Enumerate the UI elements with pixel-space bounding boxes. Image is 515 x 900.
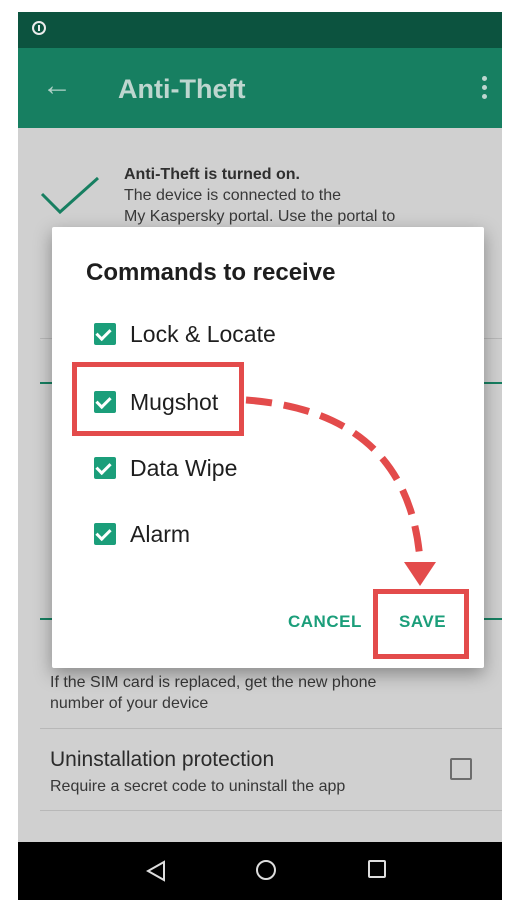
nav-recents-icon[interactable]	[368, 860, 386, 878]
nav-home-icon[interactable]	[256, 860, 276, 880]
nav-back-icon[interactable]	[146, 860, 166, 882]
system-nav-bar	[18, 842, 502, 900]
annotation-arrow	[245, 396, 436, 586]
phone-screen: ← Anti-Theft Anti-Theft is turned on. Th…	[18, 12, 502, 900]
